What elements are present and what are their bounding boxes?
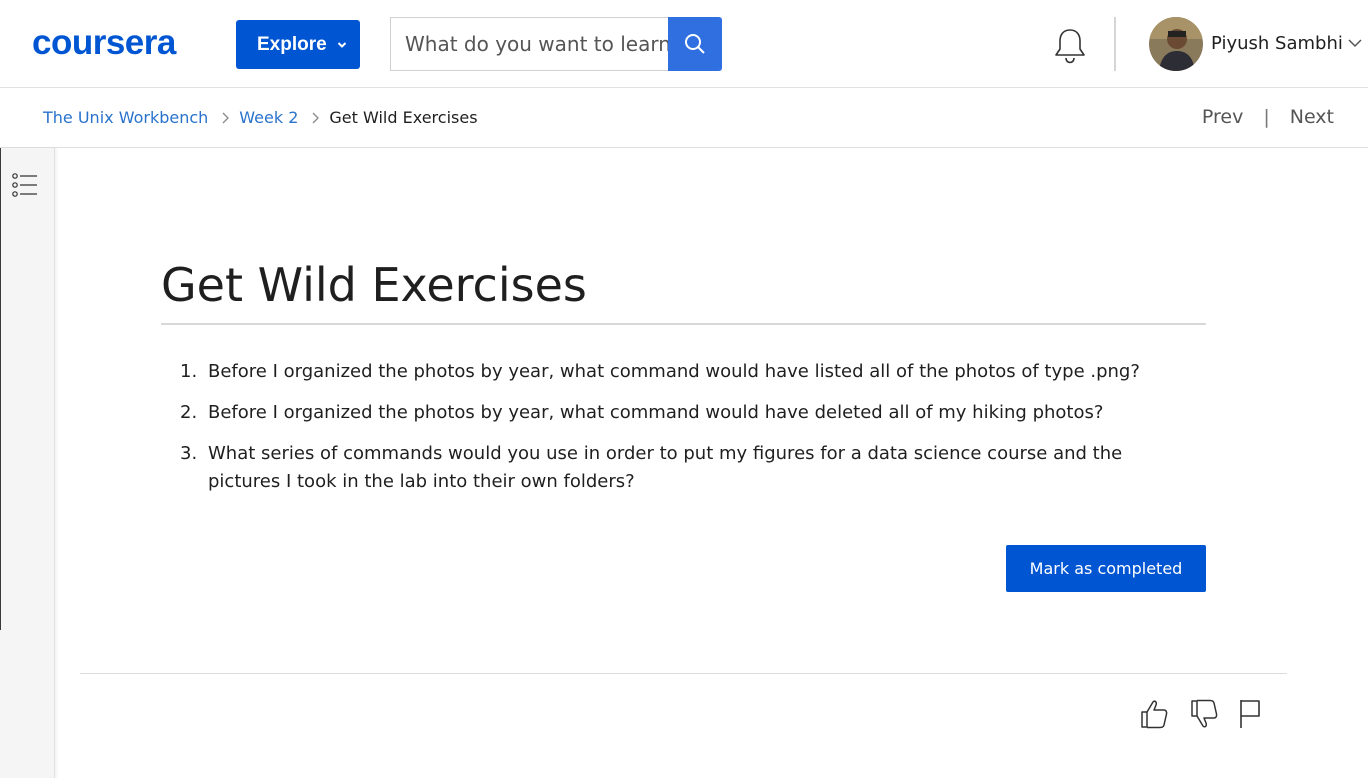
search-icon xyxy=(685,34,705,54)
chevron-right-icon xyxy=(222,112,230,123)
search-button[interactable] xyxy=(668,17,722,71)
page-title: Get Wild Exercises xyxy=(161,258,587,312)
list-item-number: 1. xyxy=(180,361,198,382)
breadcrumb: The Unix Workbench Week 2 Get Wild Exerc… xyxy=(43,108,478,127)
list-item: 1. Before I organized the photos by year… xyxy=(180,358,1190,386)
breadcrumb-week-link[interactable]: Week 2 xyxy=(239,108,298,127)
feedback-divider xyxy=(80,673,1287,674)
breadcrumb-bar: The Unix Workbench Week 2 Get Wild Exerc… xyxy=(0,88,1368,148)
list-item: 2. Before I organized the photos by year… xyxy=(180,399,1190,427)
list-item-number: 3. xyxy=(180,443,198,464)
sidebar-edge xyxy=(0,148,1,630)
nav-separator: | xyxy=(1263,106,1270,128)
search-input[interactable] xyxy=(390,17,668,71)
list-item-text: What series of commands would you use in… xyxy=(208,443,1123,492)
explore-button[interactable]: Explore xyxy=(236,20,360,69)
chevron-down-icon[interactable] xyxy=(1347,37,1363,49)
list-item-text: Before I organized the photos by year, w… xyxy=(208,361,1140,382)
thumbs-down-icon[interactable] xyxy=(1188,697,1220,731)
chevron-down-icon xyxy=(337,41,346,48)
list-item-number: 2. xyxy=(180,402,198,423)
svg-text:coursera: coursera xyxy=(32,26,177,60)
exercise-list: 1. Before I organized the photos by year… xyxy=(180,358,1190,509)
prev-link[interactable]: Prev xyxy=(1202,106,1243,128)
list-item: 3. What series of commands would you use… xyxy=(180,440,1190,496)
table-of-contents-icon[interactable] xyxy=(12,172,38,198)
thumbs-up-icon[interactable] xyxy=(1138,697,1170,731)
bell-icon[interactable] xyxy=(1052,27,1088,65)
breadcrumb-current: Get Wild Exercises xyxy=(329,108,478,127)
mark-as-completed-button[interactable]: Mark as completed xyxy=(1006,545,1206,592)
explore-label: Explore xyxy=(257,33,327,55)
next-link[interactable]: Next xyxy=(1290,106,1334,128)
avatar[interactable] xyxy=(1149,17,1203,71)
coursera-logo[interactable]: coursera xyxy=(32,26,208,60)
user-name[interactable]: Piyush Sambhi xyxy=(1211,33,1343,54)
header-divider xyxy=(1114,17,1116,71)
breadcrumb-course-link[interactable]: The Unix Workbench xyxy=(43,108,208,127)
top-header: coursera Explore Piyush Sambhi xyxy=(0,0,1368,88)
list-item-text: Before I organized the photos by year, w… xyxy=(208,402,1104,423)
title-divider xyxy=(161,323,1206,325)
course-sidebar xyxy=(0,148,55,778)
flag-icon[interactable] xyxy=(1236,697,1268,731)
prev-next-nav: Prev | Next xyxy=(1202,106,1334,128)
chevron-right-icon xyxy=(312,112,320,123)
